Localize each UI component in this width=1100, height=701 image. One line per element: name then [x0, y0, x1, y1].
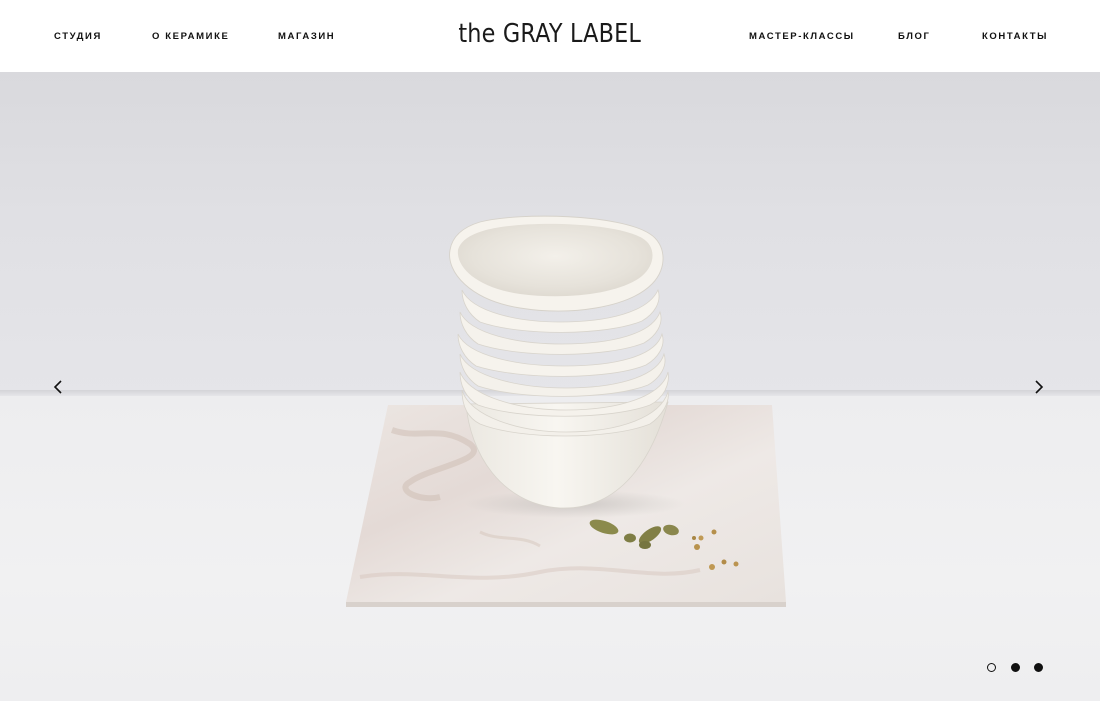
chevron-right-icon — [1035, 380, 1044, 394]
site-logo[interactable]: the GRAY LABEL — [77, 17, 1023, 51]
slider-dot-2[interactable] — [1011, 663, 1020, 672]
nav-link-contacts[interactable]: КОНТАКТЫ — [982, 31, 1048, 42]
slider-dot-1[interactable] — [987, 663, 996, 672]
slider-next-button[interactable] — [1030, 379, 1046, 395]
slider-prev-button[interactable] — [51, 379, 67, 395]
site-header: СТУДИЯ О КЕРАМИКЕ МАГАЗИН the GRAY LABEL… — [0, 0, 1100, 72]
chevron-left-icon — [53, 380, 62, 394]
slider-pagination — [987, 663, 1047, 675]
slider-dot-3[interactable] — [1034, 663, 1043, 672]
page: СТУДИЯ О КЕРАМИКЕ МАГАЗИН the GRAY LABEL… — [0, 0, 1100, 701]
nav-link-workshops[interactable]: МАСТЕР-КЛАССЫ — [749, 31, 855, 42]
hero-slider — [0, 72, 1100, 701]
nav-link-blog[interactable]: БЛОГ — [898, 31, 930, 42]
hero-slide-image — [346, 215, 786, 607]
